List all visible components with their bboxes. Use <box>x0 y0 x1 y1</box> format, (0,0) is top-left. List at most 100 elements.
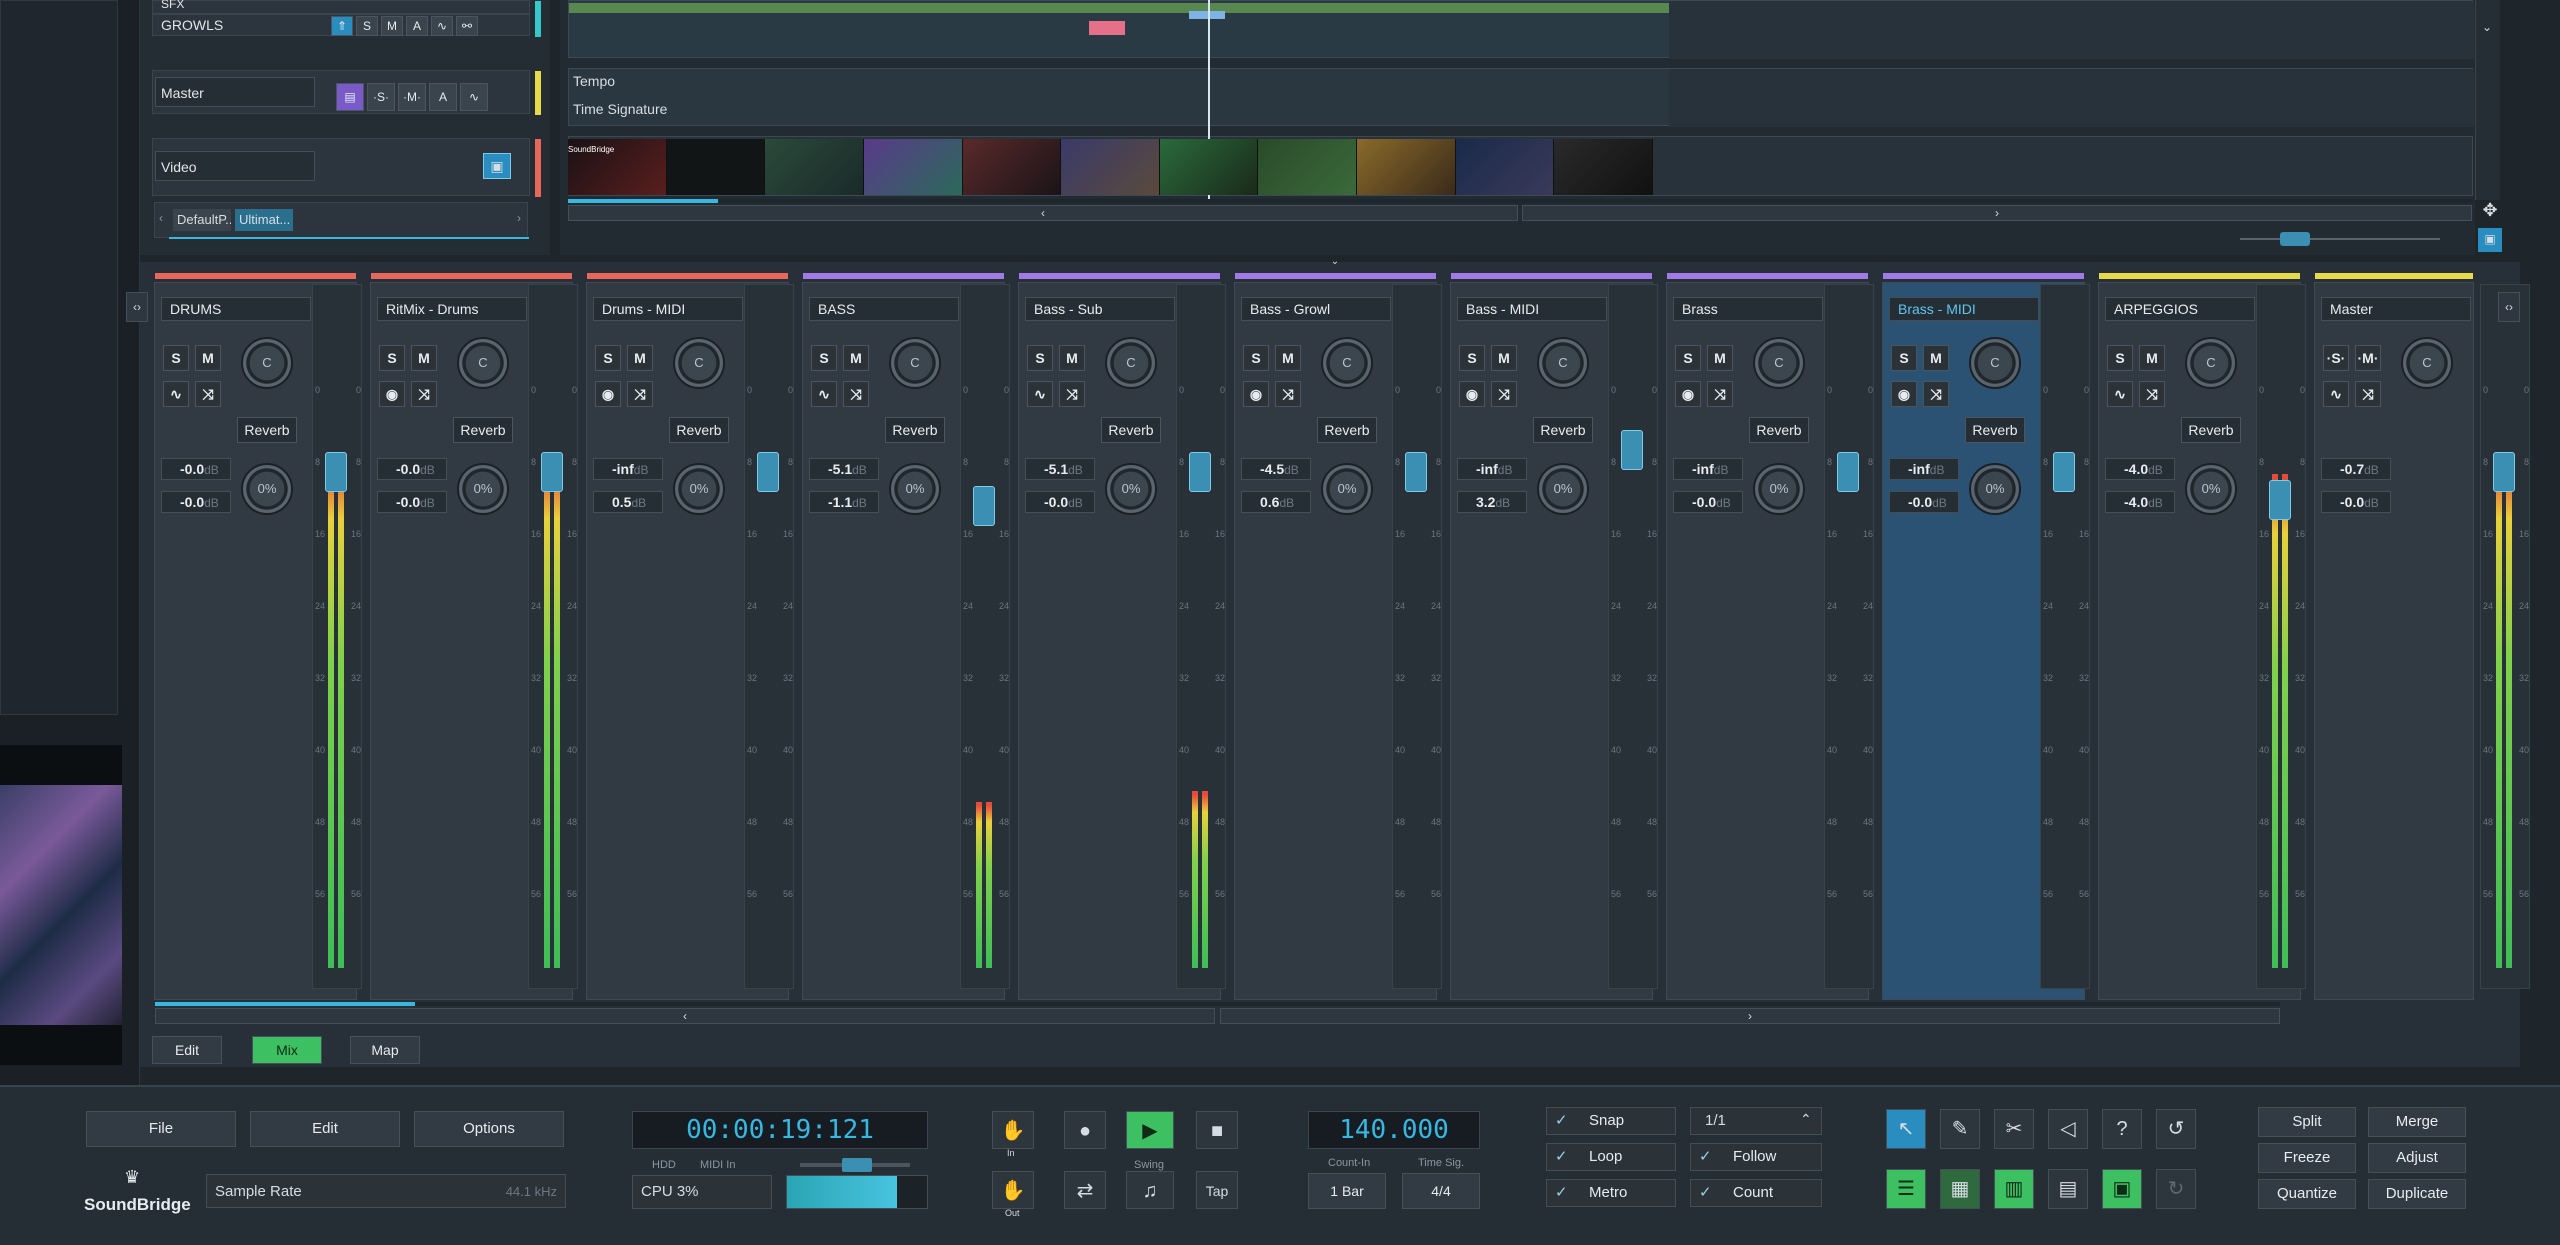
strip-name[interactable]: RitMix - Drums <box>377 297 527 321</box>
expand-right-icon[interactable]: ‹› <box>2498 292 2520 322</box>
pan-knob[interactable]: C <box>1105 337 1157 389</box>
solo-button[interactable]: S <box>163 345 189 371</box>
grid-view-icon[interactable]: ▦ <box>1940 1169 1980 1209</box>
mute-button[interactable]: ·M· <box>398 83 426 111</box>
shuffle-icon[interactable]: ⤨ <box>1275 381 1301 407</box>
solo-button[interactable]: S <box>1675 345 1701 371</box>
strip-name[interactable]: ARPEGGIOS <box>2105 297 2255 321</box>
record-arm-icon[interactable]: ◉ <box>379 381 405 407</box>
track-header-growls[interactable]: GROWLS ⇑ S M A ∿ ⚯ <box>152 1 541 37</box>
mute-tool-icon[interactable]: ◁ <box>2048 1109 2088 1149</box>
gain-value[interactable]: -0.0dB <box>1025 491 1095 513</box>
record-button[interactable]: ● <box>1064 1111 1106 1149</box>
shuffle-icon[interactable]: ⤨ <box>1491 381 1517 407</box>
solo-button[interactable]: S <box>356 16 378 36</box>
tap-button[interactable]: Tap <box>1196 1171 1238 1209</box>
scissors-tool-icon[interactable]: ✂ <box>1994 1109 2034 1149</box>
pencil-tool-icon[interactable]: ✎ <box>1940 1109 1980 1149</box>
move-icon[interactable]: ✥ <box>2478 200 2502 224</box>
keys-view-icon[interactable]: ▤ <box>2048 1169 2088 1209</box>
volume-value[interactable]: -infdB <box>1889 458 1959 480</box>
strip-name[interactable]: Master <box>2321 297 2471 321</box>
gain-value[interactable]: 0.5dB <box>593 491 663 513</box>
mute-button[interactable]: M <box>843 345 869 371</box>
volume-fader[interactable] <box>2493 452 2515 492</box>
loop-toggle[interactable]: Loop <box>1546 1143 1676 1171</box>
strip-name[interactable]: Bass - Growl <box>1241 297 1391 321</box>
duplicate-button[interactable]: Duplicate <box>2368 1179 2466 1209</box>
collapse-icon[interactable]: ⌄ <box>1320 256 1350 268</box>
h-scroll-left[interactable]: ‹ <box>568 205 1518 221</box>
volume-value[interactable]: -infdB <box>1673 458 1743 480</box>
metronome-icon[interactable]: ♫ <box>1126 1171 1174 1209</box>
send-reverb-button[interactable]: Reverb <box>885 417 945 443</box>
pan-knob[interactable]: C <box>1537 337 1589 389</box>
volume-fader[interactable] <box>1189 452 1211 492</box>
mute-button[interactable]: M <box>1491 345 1517 371</box>
volume-value[interactable]: -0.7dB <box>2321 458 2391 480</box>
h-scroll-right[interactable]: › <box>1522 205 2472 221</box>
time-sig-select[interactable]: 4/4 <box>1402 1173 1480 1209</box>
split-button[interactable]: Split <box>2258 1107 2356 1137</box>
mute-button[interactable]: M <box>1923 345 1949 371</box>
strip-name[interactable]: Bass - Sub <box>1025 297 1175 321</box>
send-level-knob[interactable]: 0% <box>889 463 941 515</box>
record-arm-icon[interactable]: ◉ <box>1459 381 1485 407</box>
mute-button[interactable]: M <box>411 345 437 371</box>
volume-value[interactable]: -0.0dB <box>161 458 231 480</box>
volume-fader[interactable] <box>1621 430 1643 470</box>
piano-roll-icon[interactable]: ▤ <box>336 83 364 111</box>
send-reverb-button[interactable]: Reverb <box>1749 417 1809 443</box>
pan-knob[interactable]: C <box>241 337 293 389</box>
volume-value[interactable]: -infdB <box>593 458 663 480</box>
map-view-button[interactable]: Map <box>350 1036 420 1064</box>
send-level-knob[interactable]: 0% <box>2185 463 2237 515</box>
curve-icon[interactable]: ∿ <box>431 16 453 36</box>
volume-fader[interactable] <box>1405 452 1427 492</box>
mute-button[interactable]: M <box>627 345 653 371</box>
follow-toggle[interactable]: Follow <box>1690 1143 1822 1171</box>
volume-value[interactable]: -5.1dB <box>809 458 879 480</box>
snap-toggle[interactable]: Snap <box>1546 1107 1676 1135</box>
send-level-knob[interactable]: 0% <box>1537 463 1589 515</box>
gain-value[interactable]: 0.6dB <box>1241 491 1311 513</box>
record-arm-icon[interactable]: ◉ <box>1891 381 1917 407</box>
gain-value[interactable]: -0.0dB <box>161 491 231 513</box>
shuffle-icon[interactable]: ⤨ <box>2355 381 2381 407</box>
channel-strip[interactable]: Master ·S· ·M· ∿ ⤨ C -0.7dB -0.0dB — <box>2314 273 2511 1000</box>
curve-icon[interactable]: ∿ <box>460 83 488 111</box>
mute-button[interactable]: M <box>2139 345 2165 371</box>
mixer-scroll-right[interactable]: › <box>1220 1008 2280 1024</box>
browser-list[interactable] <box>0 0 118 715</box>
count-toggle[interactable]: Count <box>1690 1179 1822 1207</box>
automation-icon[interactable]: ∿ <box>2107 381 2133 407</box>
solo-button[interactable]: ·S· <box>2323 345 2349 371</box>
mute-button[interactable]: M <box>195 345 221 371</box>
pan-knob[interactable]: C <box>889 337 941 389</box>
play-button[interactable]: ▶ <box>1126 1111 1174 1149</box>
undo-icon[interactable]: ↺ <box>2156 1109 2196 1149</box>
v-scrollbar[interactable]: ⌄ <box>2475 0 2500 200</box>
strip-name[interactable]: Drums - MIDI <box>593 297 743 321</box>
tab-ultimate[interactable]: Ultimat... <box>235 209 293 231</box>
strip-name[interactable]: BASS <box>809 297 959 321</box>
tempo-display[interactable]: 140.000 <box>1308 1111 1480 1149</box>
send-reverb-button[interactable]: Reverb <box>2181 417 2241 443</box>
shuffle-icon[interactable]: ⤨ <box>843 381 869 407</box>
send-reverb-button[interactable]: Reverb <box>669 417 729 443</box>
track-header-master[interactable]: Master ▤ ·S· ·M· A ∿ <box>152 70 541 115</box>
send-level-knob[interactable]: 0% <box>241 463 293 515</box>
send-reverb-button[interactable]: Reverb <box>237 417 297 443</box>
automation-icon[interactable]: ⇑ <box>331 16 353 36</box>
tab-scroll-left-icon[interactable]: ‹ <box>159 211 163 225</box>
gain-value[interactable]: -0.0dB <box>377 491 447 513</box>
pan-knob[interactable]: C <box>673 337 725 389</box>
punch-out-button[interactable]: ✋ Out <box>992 1171 1034 1218</box>
options-menu-button[interactable]: Options <box>414 1111 564 1147</box>
mute-button[interactable]: M <box>1059 345 1085 371</box>
volume-value[interactable]: -5.1dB <box>1025 458 1095 480</box>
shuffle-icon[interactable]: ⤨ <box>411 381 437 407</box>
send-reverb-button[interactable]: Reverb <box>1533 417 1593 443</box>
volume-value[interactable]: -0.0dB <box>377 458 447 480</box>
stop-button[interactable]: ■ <box>1196 1111 1238 1149</box>
